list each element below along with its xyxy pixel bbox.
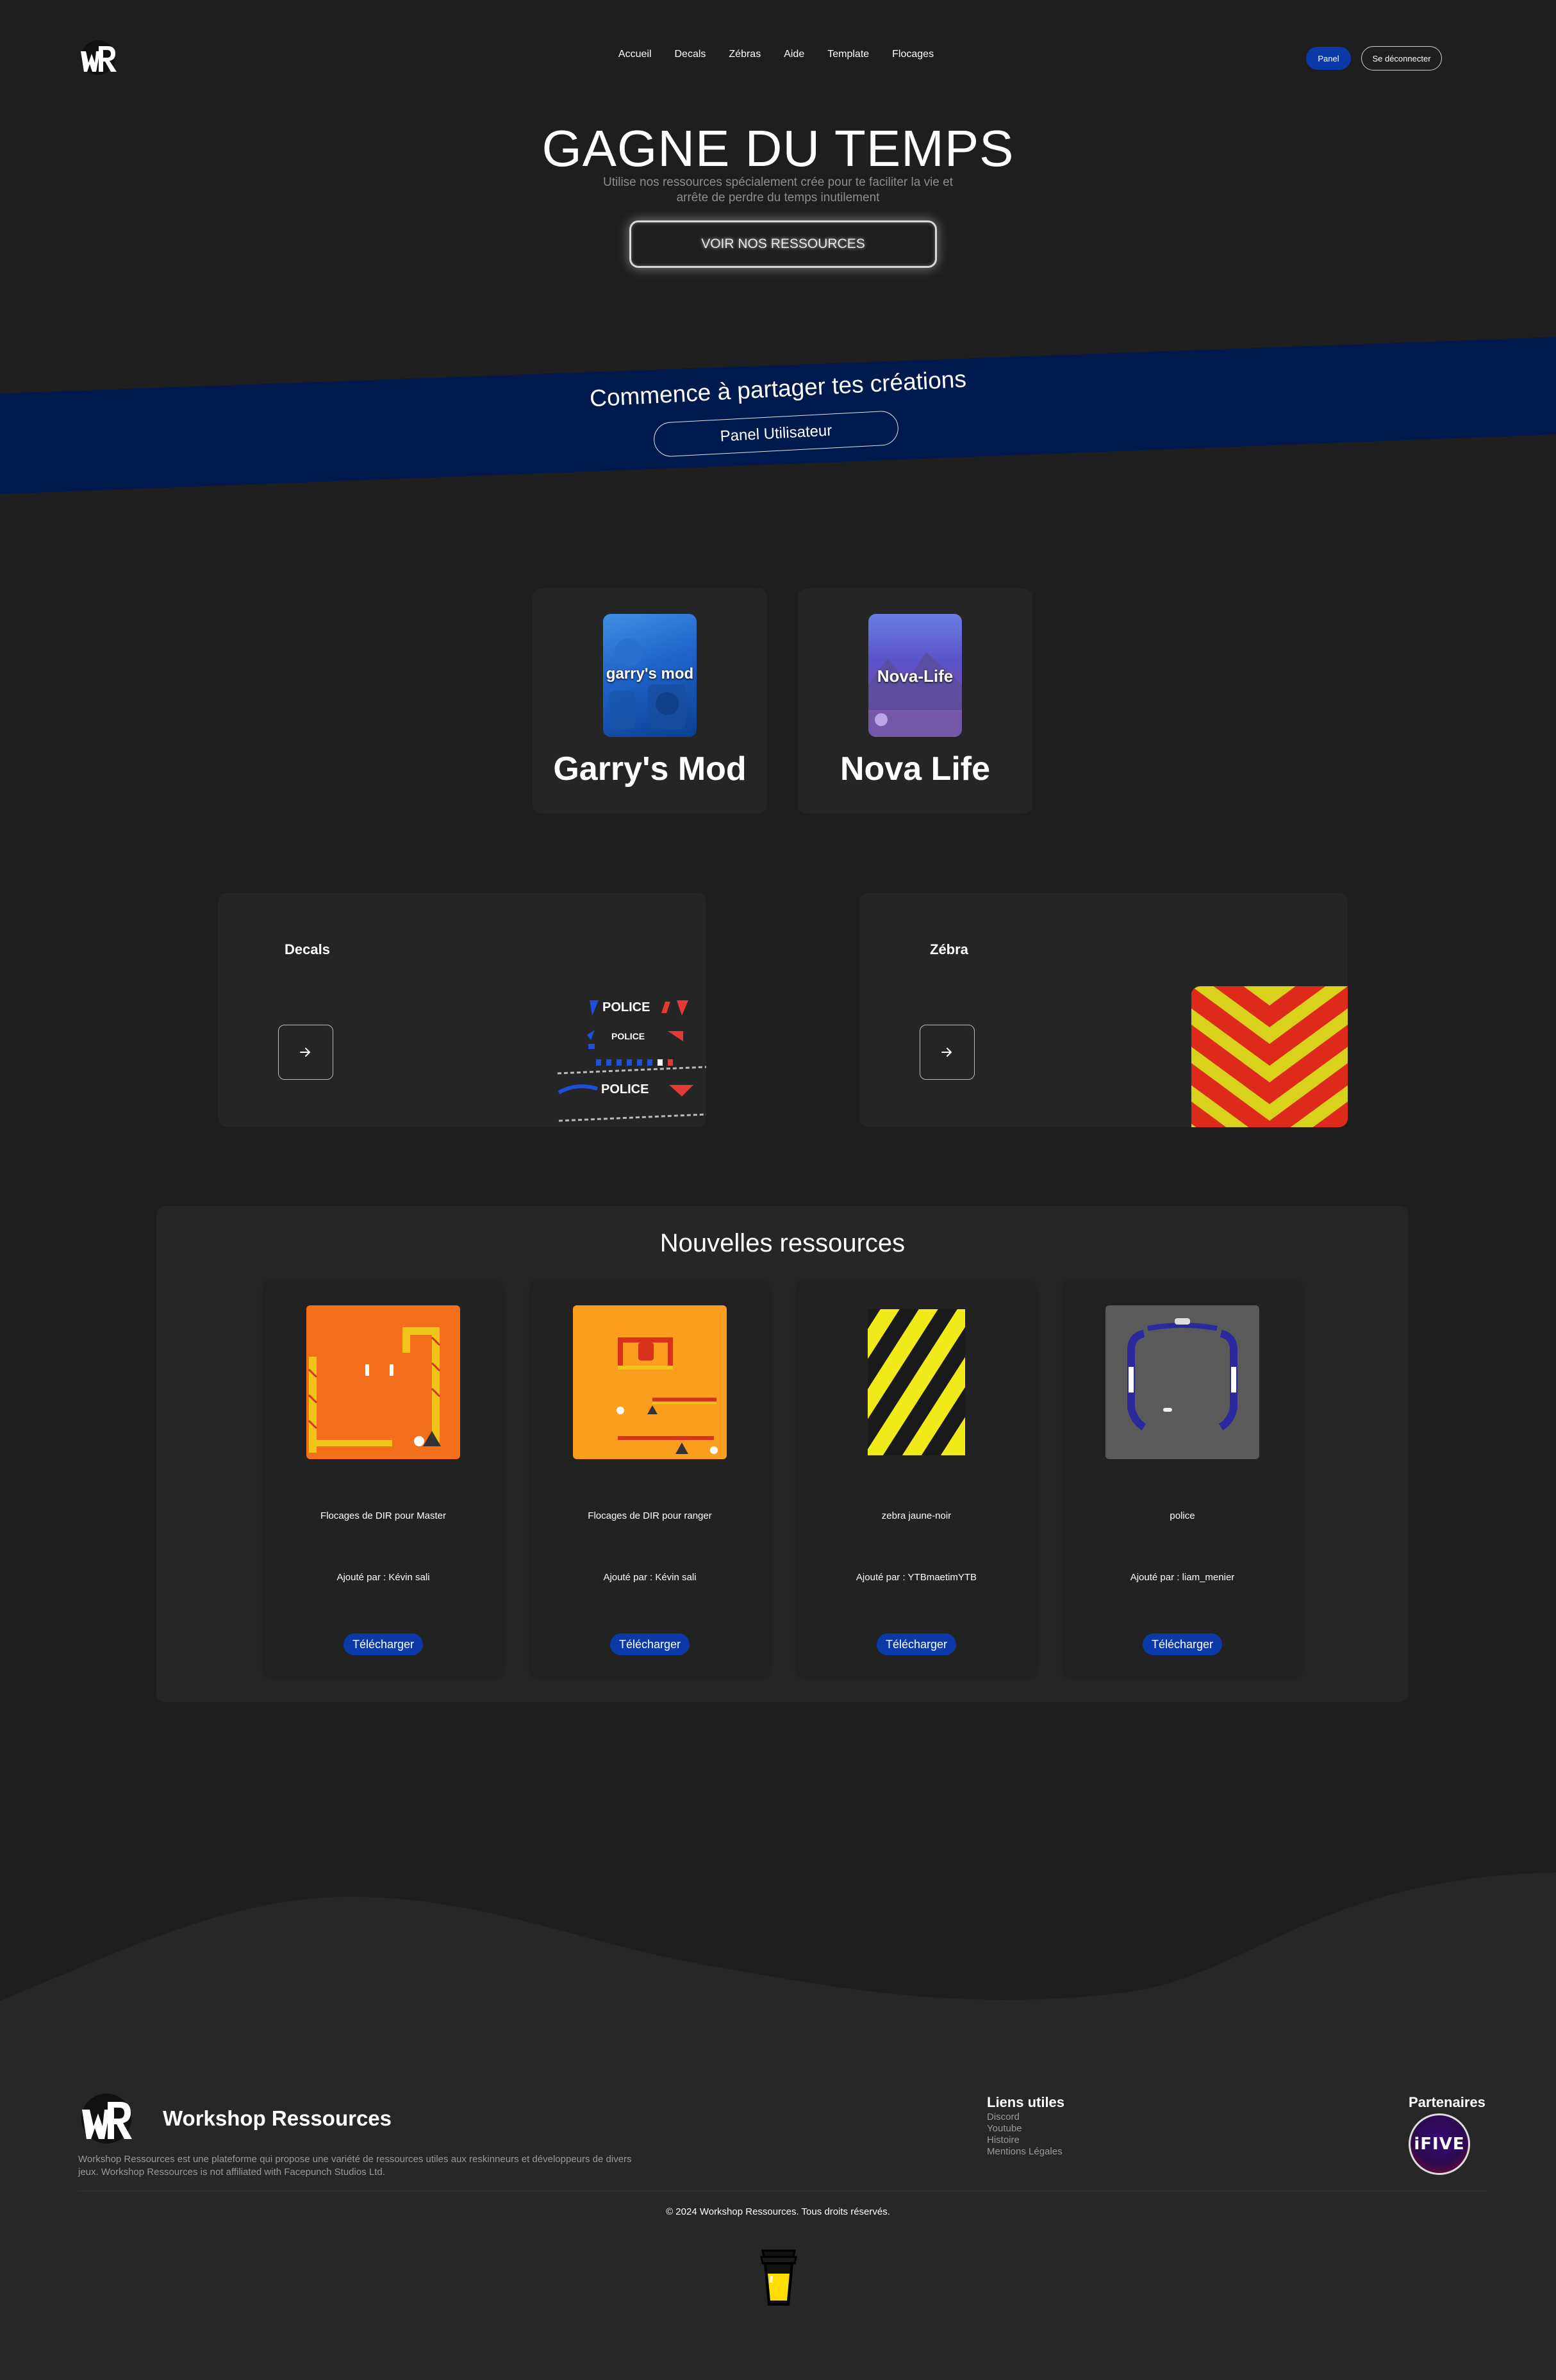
nav-aide[interactable]: Aide bbox=[784, 49, 804, 60]
resource-card: zebra jaune-noir Ajouté par : YTBmaetimY… bbox=[799, 1284, 1034, 1676]
zebra-open-button[interactable] bbox=[920, 1025, 975, 1080]
resource-name: police bbox=[1170, 1510, 1195, 1521]
resource-name: zebra jaune-noir bbox=[881, 1510, 952, 1521]
nav-decals[interactable]: Decals bbox=[675, 49, 706, 60]
partner-logo-text: iFIVE bbox=[1414, 2135, 1465, 2154]
zebra-preview-image bbox=[1191, 986, 1348, 1127]
decals-preview: POLICE POLICE POLICE bbox=[558, 989, 706, 1127]
category-title-zebra: Zébra bbox=[930, 941, 968, 957]
footer-link-histoire[interactable]: Histoire bbox=[987, 2135, 1063, 2146]
footer-link-youtube[interactable]: Youtube bbox=[987, 2123, 1063, 2135]
game-card-nova-life[interactable]: Nova-Life Nova Life bbox=[798, 588, 1032, 814]
decal-police-text-1: POLICE bbox=[602, 1000, 650, 1014]
resource-author: Ajouté par : Kévin sali bbox=[603, 1572, 697, 1583]
resource-card: Flocages de DIR pour ranger Ajouté par :… bbox=[532, 1284, 768, 1676]
resource-image bbox=[573, 1305, 727, 1459]
resource-name: Flocages de DIR pour ranger bbox=[588, 1510, 712, 1521]
footer-divider bbox=[78, 2190, 1488, 2192]
resource-author: Ajouté par : liam_menier bbox=[1130, 1572, 1235, 1583]
resource-image bbox=[868, 1305, 965, 1459]
new-resources-title: Nouvelles ressources bbox=[659, 1229, 906, 1257]
nova-life-image-text: Nova-Life bbox=[877, 666, 954, 686]
logout-button[interactable]: Se déconnecter bbox=[1361, 46, 1442, 70]
category-title-decals: Decals bbox=[285, 941, 330, 957]
game-card-garrys-mod[interactable]: garry's mod Garry's Mod bbox=[533, 588, 767, 814]
category-card-decals[interactable]: Decals POLICE POLICE POLICE bbox=[218, 893, 706, 1127]
useful-links-list: Discord Youtube Histoire Mentions Légale… bbox=[987, 2111, 1063, 2158]
nav-flocages[interactable]: Flocages bbox=[892, 49, 934, 60]
decal-police-text-2: POLICE bbox=[611, 1031, 645, 1041]
footer-brand-name: Workshop Ressources bbox=[163, 2106, 392, 2130]
garrys-mod-image-text: garry's mod bbox=[606, 665, 694, 682]
partner-logo-ifive[interactable]: iFIVE bbox=[1409, 2113, 1470, 2175]
nav-template[interactable]: Template bbox=[827, 49, 869, 60]
arrow-right-icon bbox=[941, 1048, 952, 1057]
chevron-pattern bbox=[1191, 986, 1348, 1127]
partners-title: Partenaires bbox=[1409, 2094, 1486, 2110]
resource-author: Ajouté par : YTBmaetimYTB bbox=[856, 1572, 977, 1583]
nav-accueil[interactable]: Accueil bbox=[618, 49, 652, 60]
useful-links-title: Liens utiles bbox=[987, 2094, 1065, 2110]
hero-title: GAGNE DU TEMPS bbox=[542, 120, 1014, 177]
hero-subtitle: Utilise nos ressources spécialement crée… bbox=[603, 176, 953, 204]
footer-logo[interactable] bbox=[77, 2093, 136, 2144]
decals-open-button[interactable] bbox=[278, 1025, 333, 1080]
resource-author: Ajouté par : Kévin sali bbox=[336, 1572, 430, 1583]
nav-zebras[interactable]: Zébras bbox=[729, 49, 761, 60]
download-button[interactable]: Télécharger bbox=[343, 1633, 423, 1655]
download-button[interactable]: Télécharger bbox=[1143, 1633, 1222, 1655]
download-button[interactable]: Télécharger bbox=[877, 1633, 956, 1655]
see-resources-button[interactable]: VOIR NOS RESSOURCES bbox=[629, 220, 937, 268]
resource-image bbox=[306, 1305, 460, 1459]
buy-me-a-coffee-icon[interactable] bbox=[759, 2244, 799, 2308]
footer-link-mentions[interactable]: Mentions Légales bbox=[987, 2146, 1063, 2158]
resource-card: Flocages de DIR pour Master Ajouté par :… bbox=[265, 1284, 501, 1676]
category-card-zebra[interactable]: Zébra bbox=[859, 893, 1348, 1127]
decal-police-text-3: POLICE bbox=[601, 1082, 649, 1096]
panel-button[interactable]: Panel bbox=[1306, 47, 1351, 70]
game-name-garrys-mod: Garry's Mod bbox=[553, 750, 747, 788]
game-name-nova-life: Nova Life bbox=[840, 750, 991, 788]
resource-card: police Ajouté par : liam_menier Téléchar… bbox=[1064, 1284, 1300, 1676]
garrys-mod-image: garry's mod bbox=[603, 614, 697, 737]
resource-name: Flocages de DIR pour Master bbox=[320, 1510, 446, 1521]
resource-image bbox=[1105, 1305, 1259, 1459]
download-button[interactable]: Télécharger bbox=[610, 1633, 690, 1655]
nova-life-image: Nova-Life bbox=[868, 614, 962, 737]
footer-link-discord[interactable]: Discord bbox=[987, 2111, 1063, 2123]
arrow-right-icon bbox=[300, 1048, 310, 1057]
footer-description: Workshop Ressources est une plateforme q… bbox=[78, 2154, 632, 2178]
copyright-text: © 2024 Workshop Ressources. Tous droits … bbox=[666, 2206, 890, 2217]
